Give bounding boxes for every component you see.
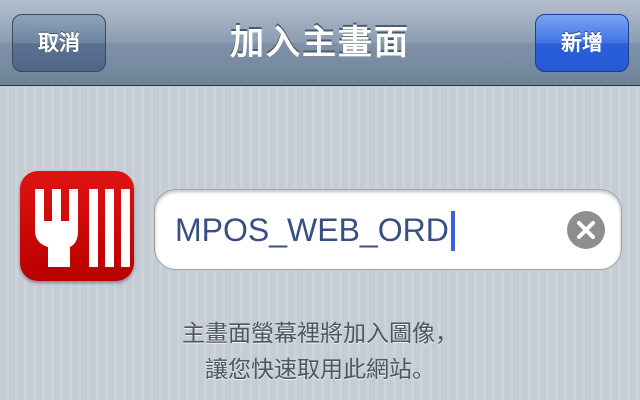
hint-line-2: 讓您快速取用此網站。	[205, 357, 435, 383]
clear-icon	[577, 221, 595, 239]
navigation-bar: 加入主畫面 取消 新增	[0, 0, 640, 86]
name-field-value[interactable]: MPOS_WEB_ORD	[175, 190, 455, 271]
name-field-text: MPOS_WEB_ORD	[175, 212, 449, 248]
name-field[interactable]: MPOS_WEB_ORD	[154, 189, 622, 270]
hint-line-1: 主畫面螢幕裡將加入圖像，	[182, 321, 458, 347]
clear-button[interactable]	[567, 211, 605, 249]
cancel-button[interactable]: 取消	[12, 14, 106, 72]
fork-icon	[35, 189, 130, 267]
app-icon	[20, 171, 134, 281]
text-caret	[450, 210, 455, 251]
hint-text: 主畫面螢幕裡將加入圖像， 讓您快速取用此網站。	[0, 316, 640, 388]
add-button[interactable]: 新增	[535, 14, 629, 72]
